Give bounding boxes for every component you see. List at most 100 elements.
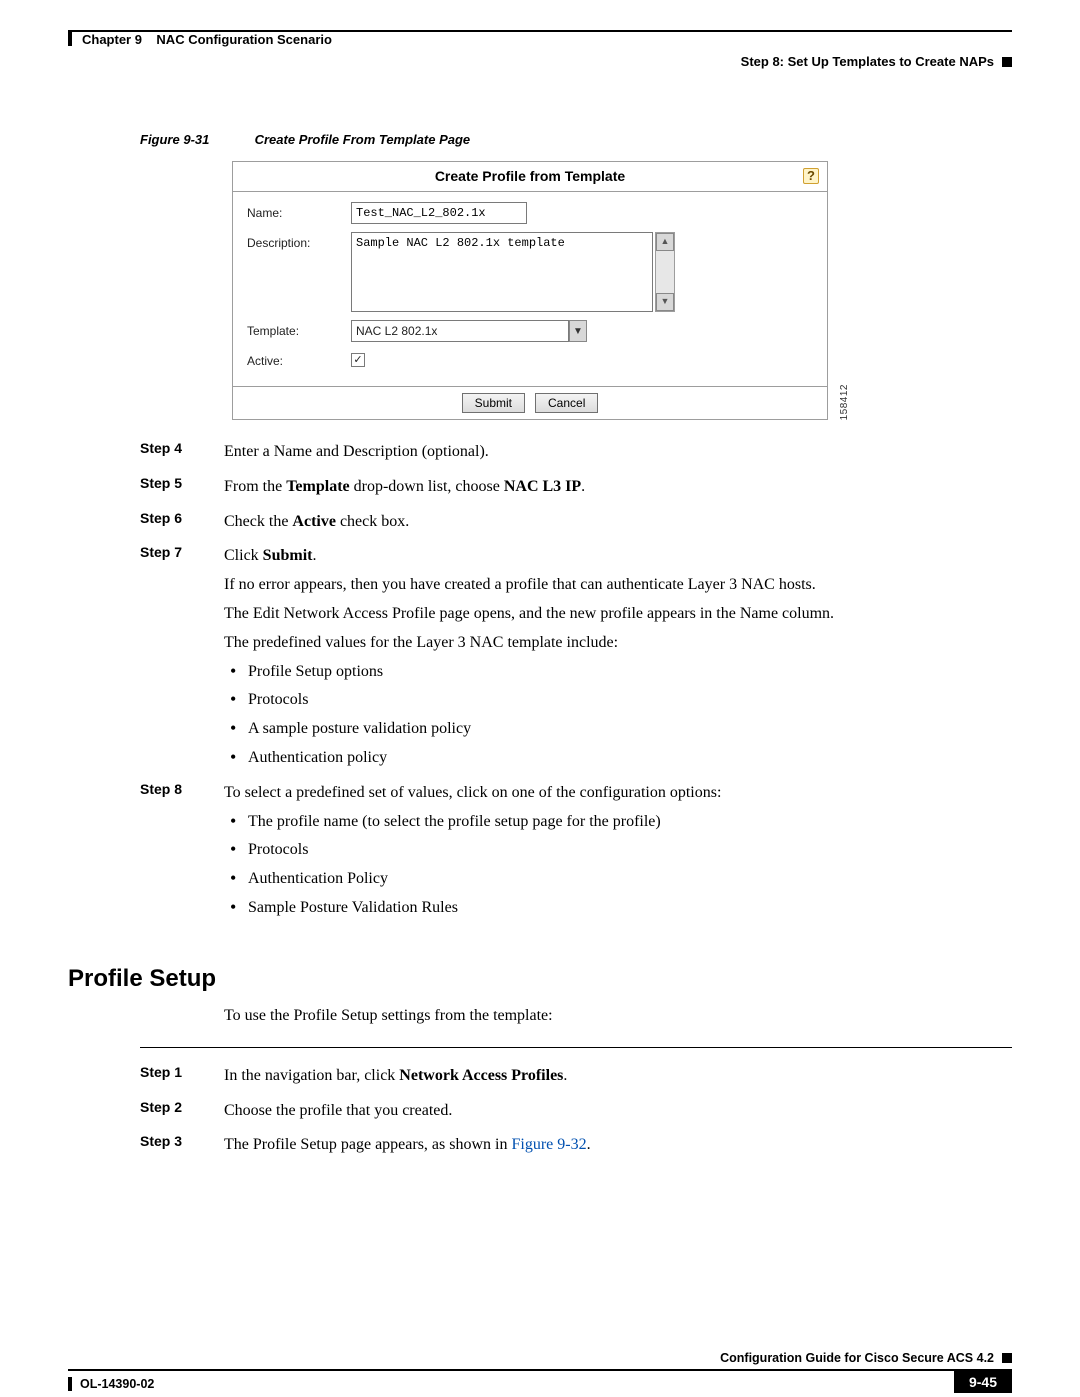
step-text: If no error appears, then you have creat… <box>224 573 1012 598</box>
step-body: From the Template drop-down list, choose… <box>224 475 1012 504</box>
label-active: Active: <box>247 350 351 368</box>
step-body: Choose the profile that you created. <box>224 1099 1012 1128</box>
footer-guide-title: Configuration Guide for Cisco Secure ACS… <box>720 1351 994 1365</box>
figure-label: Figure 9-31 <box>140 132 209 147</box>
label-name: Name: <box>247 202 351 220</box>
panel-title: Create Profile from Template <box>435 168 625 184</box>
step-text: The Profile Setup page appears, as shown… <box>224 1133 1012 1158</box>
divider <box>140 1047 1012 1048</box>
scroll-up-icon[interactable]: ▲ <box>656 233 674 251</box>
step-text: Click Submit. <box>224 544 1012 569</box>
cross-reference-link[interactable]: Figure 9-32 <box>511 1136 586 1153</box>
panel-body: Name: Description: Sample NAC L2 802.1x … <box>233 192 827 386</box>
step-label: Step 8 <box>68 781 224 797</box>
header-square-icon <box>1002 57 1012 67</box>
step-label: Step 1 <box>68 1064 224 1080</box>
panel-footer: Submit Cancel <box>233 386 827 419</box>
step-label: Step 3 <box>68 1133 224 1149</box>
row-template: Template: NAC L2 802.1x ▼ <box>247 320 813 342</box>
step-3: Step 3 The Profile Setup page appears, a… <box>68 1133 1012 1162</box>
section-heading: Profile Setup <box>68 965 1012 993</box>
footer-docnum: OL-14390-02 <box>68 1377 154 1391</box>
bullet-list: Profile Setup options Protocols A sample… <box>224 660 1012 771</box>
chapter-number: Chapter 9 <box>82 32 142 47</box>
list-item: Authentication policy <box>248 746 1012 771</box>
section-lead: To use the Profile Setup settings from t… <box>224 1007 1012 1025</box>
step-text: In the navigation bar, click Network Acc… <box>224 1064 1012 1089</box>
cancel-button[interactable]: Cancel <box>535 393 598 413</box>
step-label: Step 4 <box>68 440 224 456</box>
step-5: Step 5 From the Template drop-down list,… <box>68 475 1012 504</box>
page-number-badge: 9-45 <box>954 1371 1012 1393</box>
page-number: 9-45 <box>969 1374 997 1390</box>
row-description: Description: Sample NAC L2 802.1x templa… <box>247 232 813 312</box>
list-item: The profile name (to select the profile … <box>248 810 1012 835</box>
name-input[interactable] <box>351 202 527 224</box>
active-checkbox[interactable]: ✓ <box>351 353 365 367</box>
step-label: Step 2 <box>68 1099 224 1115</box>
list-item: Authentication Policy <box>248 867 1012 892</box>
figure-caption: Figure 9-31 Create Profile From Template… <box>140 132 1012 147</box>
footer-guide-row: Configuration Guide for Cisco Secure ACS… <box>720 1351 1012 1365</box>
row-active: Active: ✓ <box>247 350 813 368</box>
page-footer: Configuration Guide for Cisco Secure ACS… <box>68 1369 1012 1371</box>
header-step: Step 8: Set Up Templates to Create NAPs <box>741 54 1012 69</box>
list-item: A sample posture validation policy <box>248 717 1012 742</box>
step-body: In the navigation bar, click Network Acc… <box>224 1064 1012 1093</box>
list-item: Protocols <box>248 838 1012 863</box>
row-name: Name: <box>247 202 813 224</box>
step-text: The predefined values for the Layer 3 NA… <box>224 631 1012 656</box>
template-select[interactable]: NAC L2 802.1x ▼ <box>351 320 587 342</box>
footer-square-icon <box>1002 1353 1012 1363</box>
textarea-scrollbar[interactable]: ▲ ▼ <box>655 232 675 312</box>
running-header: Chapter 9 NAC Configuration Scenario Ste… <box>68 30 1012 64</box>
page: Chapter 9 NAC Configuration Scenario Ste… <box>0 0 1080 1397</box>
create-profile-panel: Create Profile from Template ? Name: Des… <box>232 161 828 420</box>
help-icon[interactable]: ? <box>803 168 819 184</box>
step-label: Step 6 <box>68 510 224 526</box>
header-chapter: Chapter 9 NAC Configuration Scenario <box>82 32 332 47</box>
figure-screenshot: Create Profile from Template ? Name: Des… <box>232 161 828 420</box>
step-body: Click Submit. If no error appears, then … <box>224 544 1012 774</box>
step-label: Step 5 <box>68 475 224 491</box>
step-7: Step 7 Click Submit. If no error appears… <box>68 544 1012 774</box>
step-text: The Edit Network Access Profile page ope… <box>224 602 1012 627</box>
template-select-value: NAC L2 802.1x <box>351 320 569 342</box>
list-item: Protocols <box>248 688 1012 713</box>
chevron-down-icon[interactable]: ▼ <box>569 320 587 342</box>
step-body: Check the Active check box. <box>224 510 1012 539</box>
label-template: Template: <box>247 320 351 338</box>
scroll-track[interactable] <box>656 251 674 293</box>
footer-rule: OL-14390-02 9-45 <box>68 1369 1012 1371</box>
footer-accent-bar <box>68 1377 72 1391</box>
panel-title-bar: Create Profile from Template ? <box>233 162 827 192</box>
description-input[interactable]: Sample NAC L2 802.1x template <box>351 232 653 312</box>
step-label: Step 7 <box>68 544 224 560</box>
steps-block-a: Step 4 Enter a Name and Description (opt… <box>68 440 1012 925</box>
step-text: Check the Active check box. <box>224 510 1012 535</box>
header-accent-bar <box>68 32 72 46</box>
list-item: Profile Setup options <box>248 660 1012 685</box>
steps-block-b: Step 1 In the navigation bar, click Netw… <box>68 1064 1012 1162</box>
scroll-down-icon[interactable]: ▼ <box>656 293 674 311</box>
step-text: To select a predefined set of values, cl… <box>224 781 1012 806</box>
figure-title: Create Profile From Template Page <box>255 132 471 147</box>
chapter-title: NAC Configuration Scenario <box>156 32 332 47</box>
step-6: Step 6 Check the Active check box. <box>68 510 1012 539</box>
step-body: Enter a Name and Description (optional). <box>224 440 1012 469</box>
step-2: Step 2 Choose the profile that you creat… <box>68 1099 1012 1128</box>
description-wrap: Sample NAC L2 802.1x template ▲ ▼ <box>351 232 675 312</box>
step-1: Step 1 In the navigation bar, click Netw… <box>68 1064 1012 1093</box>
bullet-list: The profile name (to select the profile … <box>224 810 1012 921</box>
figure-id-vertical: 158412 <box>839 384 850 420</box>
label-description: Description: <box>247 232 351 250</box>
step-body: To select a predefined set of values, cl… <box>224 781 1012 925</box>
header-step-text: Step 8: Set Up Templates to Create NAPs <box>741 54 994 69</box>
step-body: The Profile Setup page appears, as shown… <box>224 1133 1012 1162</box>
submit-button[interactable]: Submit <box>462 393 525 413</box>
step-text: Choose the profile that you created. <box>224 1099 1012 1124</box>
list-item: Sample Posture Validation Rules <box>248 896 1012 921</box>
step-text: From the Template drop-down list, choose… <box>224 475 1012 500</box>
step-text: Enter a Name and Description (optional). <box>224 440 1012 465</box>
footer-docnum-text: OL-14390-02 <box>80 1377 154 1391</box>
